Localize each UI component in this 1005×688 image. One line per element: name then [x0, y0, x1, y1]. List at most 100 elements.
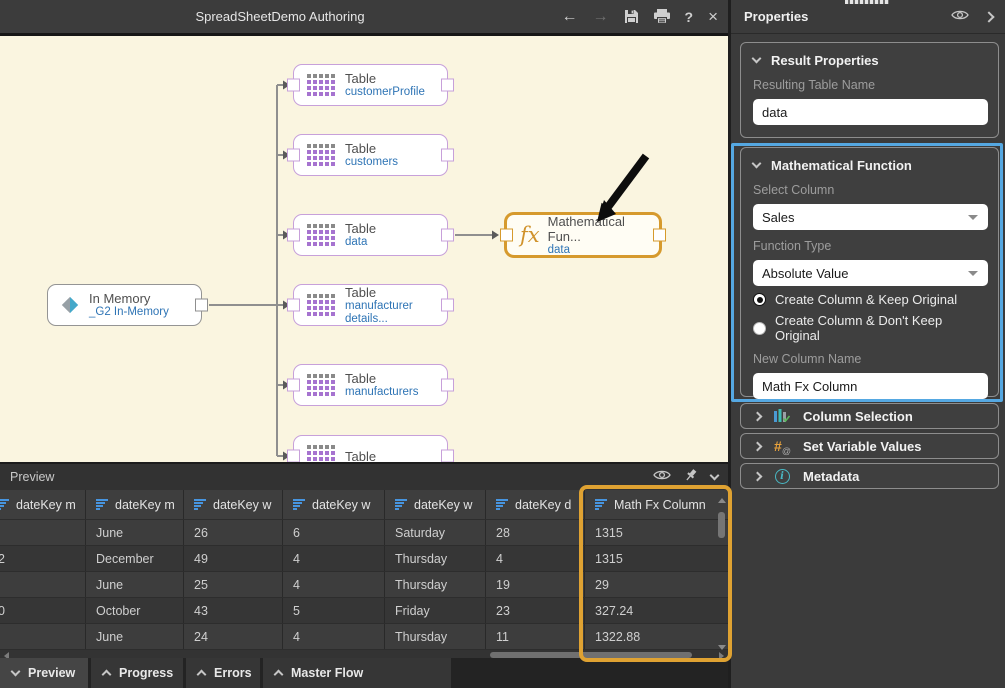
output-port[interactable] [441, 450, 454, 463]
vertical-scrollbar[interactable] [717, 498, 726, 650]
section-set-variable-values[interactable]: #@ Set Variable Values [740, 433, 999, 459]
pin-icon[interactable] [684, 468, 698, 487]
output-port[interactable] [441, 299, 454, 312]
chevron-up-icon [197, 670, 207, 680]
dropdown-value: Absolute Value [762, 266, 849, 281]
input-port[interactable] [287, 299, 300, 312]
select-column-dropdown[interactable]: Sales [753, 204, 988, 230]
help-icon[interactable]: ? [685, 10, 694, 24]
fx-icon: fx [520, 223, 540, 247]
preview-cell: 28 [486, 520, 585, 545]
preview-cell: 43 [184, 598, 283, 623]
collapse-panel-chevron-icon[interactable] [710, 471, 720, 481]
resulting-table-name-input[interactable]: data [753, 99, 988, 125]
table-row[interactable]: 2 December 49 4 Thursday 4 1315 [0, 546, 728, 572]
node-title: Table [345, 285, 447, 300]
preview-cell: 0 [0, 598, 86, 623]
watch-eye-icon[interactable] [951, 8, 969, 26]
column-bars-icon [595, 499, 607, 510]
preview-cell: June [86, 520, 184, 545]
table-row[interactable]: June 26 6 Saturday 28 1315 [0, 520, 728, 546]
output-port[interactable] [195, 299, 208, 312]
output-port[interactable] [441, 379, 454, 392]
tab-master-flow[interactable]: Master Flow [263, 658, 451, 688]
preview-column-header[interactable]: dateKey m [86, 490, 184, 519]
preview-cell: 4 [283, 546, 385, 571]
chevron-down-icon [752, 54, 762, 64]
preview-column-header[interactable]: dateKey d [486, 490, 585, 519]
section-header-result-properties[interactable]: Result Properties [753, 51, 986, 69]
preview-cell: 1322.88 [585, 624, 728, 649]
output-port[interactable] [441, 79, 454, 92]
input-port[interactable] [287, 79, 300, 92]
flow-node-table-manufacturer-details[interactable]: Table manufacturer details... [293, 284, 448, 326]
preview-column-header[interactable]: dateKey w [283, 490, 385, 519]
radio-dont-keep-original[interactable]: Create Column & Don't Keep Original [753, 313, 986, 343]
preview-column-header[interactable]: dateKey w [184, 490, 283, 519]
flow-canvas[interactable]: Table customerProfile Table customers Ta… [0, 36, 728, 462]
preview-cell: 19 [486, 572, 585, 597]
input-port[interactable] [287, 450, 300, 463]
preview-column-header-math-fx[interactable]: Math Fx Column [585, 490, 728, 519]
preview-cell: October [86, 598, 184, 623]
table-icon [307, 374, 335, 396]
flow-node-mathematical-function[interactable]: fx Mathematical Fun... data [504, 212, 662, 258]
section-mathematical-function: Mathematical Function Select Column Sale… [740, 147, 999, 397]
preview-cell: Thursday [385, 546, 486, 571]
column-bars-icon [293, 499, 305, 510]
radio-unselected-icon[interactable] [753, 322, 766, 335]
print-icon[interactable] [654, 9, 670, 24]
radio-selected-icon[interactable] [753, 293, 766, 306]
flow-node-table-data[interactable]: Table data [293, 214, 448, 256]
preview-column-header[interactable]: dateKey w [385, 490, 486, 519]
section-header-mathematical-function[interactable]: Mathematical Function [753, 156, 986, 174]
tab-preview[interactable]: Preview [0, 658, 88, 688]
scroll-up-icon[interactable] [718, 498, 726, 503]
radio-label: Create Column & Don't Keep Original [775, 313, 986, 343]
flow-node-table-partial[interactable]: Table [293, 435, 448, 462]
tab-progress[interactable]: Progress [91, 658, 183, 688]
table-icon [307, 445, 335, 462]
table-row[interactable]: June 25 4 Thursday 19 29 [0, 572, 728, 598]
output-port[interactable] [441, 229, 454, 242]
section-metadata[interactable]: i Metadata [740, 463, 999, 489]
bottom-tab-bar: Preview Progress Errors Master Flow [0, 658, 728, 688]
back-icon[interactable]: ← [562, 9, 578, 25]
collapse-panel-chevron-icon[interactable] [983, 11, 994, 22]
column-header-label: dateKey w [213, 498, 271, 512]
tab-errors[interactable]: Errors [186, 658, 260, 688]
tab-label: Errors [214, 666, 252, 680]
output-port[interactable] [653, 229, 666, 242]
close-icon[interactable]: × [708, 8, 718, 25]
function-type-dropdown[interactable]: Absolute Value [753, 260, 988, 286]
preview-cell: Saturday [385, 520, 486, 545]
preview-cell: 2 [0, 546, 86, 571]
flow-node-table-customers[interactable]: Table customers [293, 134, 448, 176]
node-title: Mathematical Fun... [548, 214, 659, 244]
preview-column-header[interactable]: dateKey m [0, 490, 86, 519]
dropdown-arrow-icon [968, 271, 978, 276]
flow-node-table-manufacturers[interactable]: Table manufacturers [293, 364, 448, 406]
radio-keep-original[interactable]: Create Column & Keep Original [753, 292, 986, 307]
vertical-scroll-thumb[interactable] [718, 512, 725, 538]
node-title: In Memory [89, 291, 169, 306]
watch-eye-icon[interactable] [653, 468, 671, 486]
forward-icon: → [593, 9, 609, 25]
flow-node-in-memory[interactable]: In Memory _G2 In-Memory [47, 284, 202, 326]
input-port[interactable] [287, 149, 300, 162]
save-icon[interactable] [624, 9, 639, 24]
input-port[interactable] [287, 229, 300, 242]
preview-header-row: dateKey m dateKey m dateKey w dateKey w … [0, 490, 728, 520]
section-title: Set Variable Values [803, 439, 922, 454]
node-subtitle: manufacturers [345, 386, 419, 399]
table-row[interactable]: 0 October 43 5 Friday 23 327.24 [0, 598, 728, 624]
output-port[interactable] [441, 149, 454, 162]
node-title: Table [345, 221, 376, 236]
input-port[interactable] [287, 379, 300, 392]
table-row[interactable]: June 24 4 Thursday 11 1322.88 [0, 624, 728, 650]
new-column-name-input[interactable]: Math Fx Column [753, 373, 988, 399]
input-port[interactable] [500, 229, 513, 242]
preview-cell: 29 [585, 572, 728, 597]
section-column-selection[interactable]: Column Selection [740, 403, 999, 429]
flow-node-table-customerprofile[interactable]: Table customerProfile [293, 64, 448, 106]
